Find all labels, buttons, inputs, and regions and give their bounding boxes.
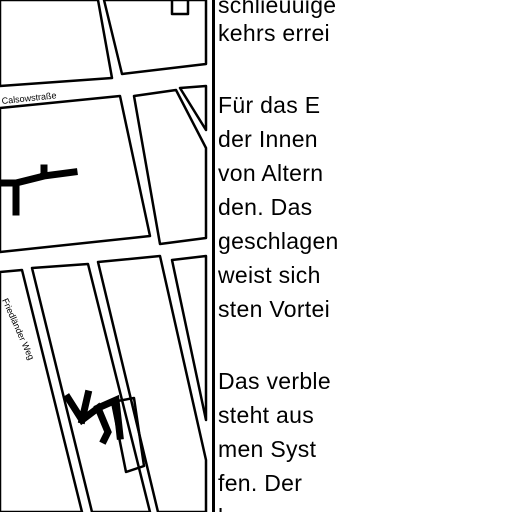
text-line: von Altern: [218, 160, 324, 186]
text-line: steht aus: [218, 402, 315, 428]
building-top: [170, 0, 190, 16]
building-middle: [0, 164, 78, 216]
block-top-middle: [102, 0, 208, 76]
text-line: l: [218, 504, 223, 512]
text-line: geschlagen: [218, 228, 339, 254]
text-line: den. Das: [218, 194, 313, 220]
column-divider: [212, 0, 215, 512]
site-map: Calsowstraße Friedländer Weg: [0, 0, 214, 514]
text-line: men Syst: [218, 436, 317, 462]
map-drawing: Calsowstraße Friedländer Weg: [0, 0, 208, 514]
text-line: fen. Der: [218, 470, 303, 496]
text-line: kehrs errei: [218, 20, 330, 46]
text-line: Das verble: [218, 368, 331, 394]
text-line: sten Vortei: [218, 296, 330, 322]
text-line: Für das E: [218, 92, 321, 118]
text-column: schlieuuige kehrs errei Für das E der In…: [218, 0, 512, 512]
text-line: der Innen: [218, 126, 318, 152]
block-far-right: [170, 254, 208, 422]
block-lower-middle: [30, 262, 152, 514]
building-lower: [63, 389, 124, 445]
text-line: schlieuuige: [218, 0, 337, 18]
block-lower-right: [96, 254, 208, 514]
text-line: weist sich: [218, 262, 321, 288]
block-top-left: [0, 0, 114, 88]
